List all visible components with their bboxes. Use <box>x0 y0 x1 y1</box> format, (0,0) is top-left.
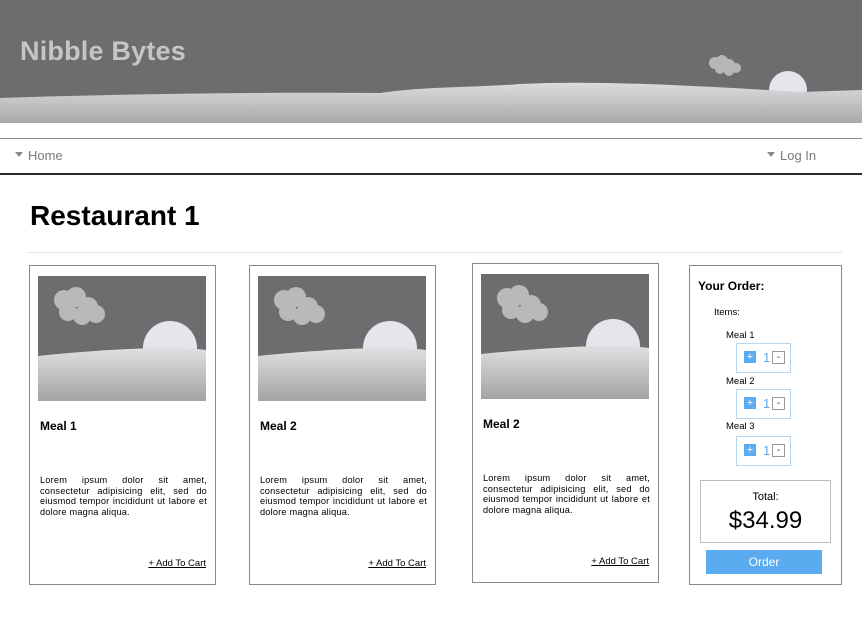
meal-name: Meal 2 <box>260 419 297 433</box>
nav-bar: Home Log In <box>0 138 862 175</box>
brand-logo-text[interactable]: Nibble Bytes <box>20 36 186 67</box>
decrement-button[interactable]: - <box>772 397 785 410</box>
title-divider <box>28 252 842 253</box>
increment-button[interactable]: + <box>744 351 756 363</box>
add-to-cart-link[interactable]: + Add To Cart <box>368 558 426 569</box>
meal-card: Meal 1 Lorem ipsum dolor sit amet, conse… <box>29 265 216 585</box>
items-label: Items: <box>714 307 740 318</box>
order-item-name: Meal 2 <box>726 376 755 387</box>
caret-down-icon <box>767 152 775 158</box>
order-button[interactable]: Order <box>706 550 822 574</box>
meal-card: Meal 2 Lorem ipsum dolor sit amet, conse… <box>249 265 436 585</box>
order-title: Your Order: <box>698 279 765 293</box>
meal-description: Lorem ipsum dolor sit amet, consectetur … <box>40 475 207 517</box>
meal-card: Meal 2 Lorem ipsum dolor sit amet, conse… <box>472 263 659 583</box>
quantity-value: 1 <box>763 396 771 411</box>
total-label: Total: <box>752 491 779 503</box>
quantity-value: 1 <box>763 350 771 365</box>
total-box: Total: $34.99 <box>700 480 831 543</box>
nav-home-link[interactable]: Home <box>15 148 63 163</box>
quantity-stepper: + 1 - <box>736 436 791 466</box>
increment-button[interactable]: + <box>744 444 756 456</box>
decrement-button[interactable]: - <box>772 351 785 364</box>
total-value: $34.99 <box>728 507 803 534</box>
order-item-name: Meal 3 <box>726 421 755 432</box>
order-item-name: Meal 1 <box>726 330 755 341</box>
quantity-value: 1 <box>763 443 771 458</box>
nav-login-link[interactable]: Log In <box>767 148 816 163</box>
caret-down-icon <box>15 152 23 158</box>
add-to-cart-link[interactable]: + Add To Cart <box>591 556 649 567</box>
nav-home-label: Home <box>28 148 63 163</box>
add-to-cart-link[interactable]: + Add To Cart <box>148 558 206 569</box>
meal-image-placeholder-icon <box>481 274 649 399</box>
meal-name: Meal 2 <box>483 417 520 431</box>
increment-button[interactable]: + <box>744 397 756 409</box>
meal-description: Lorem ipsum dolor sit amet, consectetur … <box>483 473 650 515</box>
meal-description: Lorem ipsum dolor sit amet, consectetur … <box>260 475 427 517</box>
meal-name: Meal 1 <box>40 419 77 433</box>
meal-image-placeholder-icon <box>258 276 426 401</box>
meal-image-placeholder-icon <box>38 276 206 401</box>
decrement-button[interactable]: - <box>772 444 785 457</box>
page-title: Restaurant 1 <box>30 200 200 231</box>
quantity-stepper: + 1 - <box>736 389 791 419</box>
header-banner: Nibble Bytes <box>0 0 862 123</box>
quantity-stepper: + 1 - <box>736 343 791 373</box>
order-panel: Your Order: Items: Meal 1 + 1 - Meal 2 +… <box>689 265 842 585</box>
nav-login-label: Log In <box>780 148 817 163</box>
